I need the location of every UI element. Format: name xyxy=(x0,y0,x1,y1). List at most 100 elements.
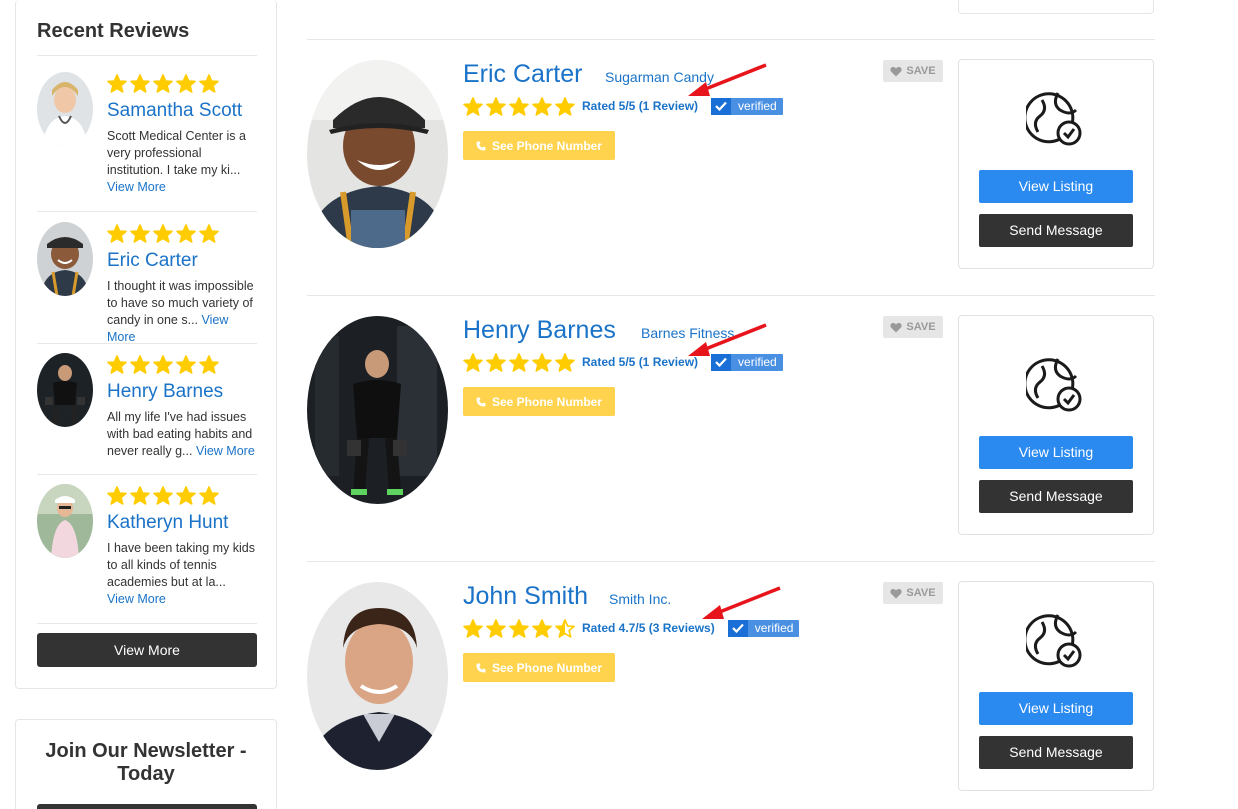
star-icon xyxy=(176,74,196,93)
review-snippet: I thought it was impossible to have so m… xyxy=(107,278,257,346)
star-icon xyxy=(107,224,127,243)
review-stars xyxy=(107,224,219,244)
verified-label: verified xyxy=(738,99,777,113)
view-more-link[interactable]: View More xyxy=(107,592,166,606)
star-icon xyxy=(532,96,552,116)
star-icon xyxy=(463,96,483,116)
star-icon xyxy=(130,224,150,243)
divider xyxy=(307,295,1155,296)
star-icon xyxy=(199,74,219,93)
review-text: I thought it was impossible to have so m… xyxy=(107,279,254,327)
star-icon xyxy=(486,96,506,116)
star-icon xyxy=(153,224,173,243)
listing-company[interactable]: Smith Inc. xyxy=(609,591,671,607)
save-button[interactable]: SAVE xyxy=(883,60,943,82)
star-icon xyxy=(107,74,127,93)
listing-name[interactable]: John Smith xyxy=(463,582,588,611)
verified-label: verified xyxy=(754,621,794,635)
star-icon xyxy=(486,352,506,372)
rating-link[interactable]: Rated 4.7/5 (3 Reviews) xyxy=(582,621,715,635)
check-icon xyxy=(711,97,732,115)
divider xyxy=(37,343,257,344)
star-icon xyxy=(153,74,173,93)
annotation-arrow xyxy=(688,63,767,96)
avatar-eric-carter[interactable] xyxy=(37,222,93,296)
see-phone-label: See Phone Number xyxy=(491,660,603,675)
listing-stars xyxy=(463,96,575,116)
star-icon xyxy=(509,352,529,372)
star-icon xyxy=(153,355,173,374)
star-icon xyxy=(199,224,219,243)
globe-check-icon xyxy=(1026,92,1082,146)
save-label: SAVE xyxy=(906,65,936,77)
divider xyxy=(37,474,257,475)
star-icon xyxy=(555,96,575,116)
newsletter-input[interactable] xyxy=(37,804,257,809)
rating-link[interactable]: Rated 5/5 (1 Review) xyxy=(582,99,698,113)
star-icon xyxy=(555,618,575,638)
star-icon xyxy=(176,355,196,374)
listing-action-card: View Listing Send Message xyxy=(958,315,1154,535)
star-icon xyxy=(153,486,173,505)
review-stars xyxy=(107,355,219,375)
newsletter-title: Join Our Newsletter - Today xyxy=(45,740,247,785)
see-phone-button[interactable]: See Phone Number xyxy=(463,653,615,682)
star-icon xyxy=(509,96,529,116)
star-icon xyxy=(199,355,219,374)
save-button[interactable]: SAVE xyxy=(883,582,943,604)
listing-photo-henry-barnes[interactable] xyxy=(307,316,448,504)
newsletter-widget: Join Our Newsletter - Today xyxy=(15,719,277,809)
avatar-katheryn-hunt[interactable] xyxy=(37,484,93,558)
star-icon xyxy=(463,618,483,638)
listing-stars xyxy=(463,352,575,372)
save-label: SAVE xyxy=(906,587,936,599)
review-author[interactable]: Eric Carter xyxy=(107,250,198,272)
listing-photo-eric-carter[interactable] xyxy=(307,60,448,248)
see-phone-label: See Phone Number xyxy=(491,394,603,409)
review-author[interactable]: Katheryn Hunt xyxy=(107,512,228,534)
star-icon xyxy=(463,352,483,372)
review-snippet: I have been taking my kids to all kinds … xyxy=(107,540,257,608)
view-more-link[interactable]: View More xyxy=(196,444,255,458)
view-listing-button[interactable]: View Listing xyxy=(979,692,1133,725)
listing-name[interactable]: Eric Carter xyxy=(463,60,582,89)
divider xyxy=(307,39,1155,40)
view-more-link[interactable]: View More xyxy=(107,180,166,194)
view-more-button[interactable]: View More xyxy=(37,633,257,667)
divider xyxy=(37,55,257,56)
review-snippet: All my life I've had issues with bad eat… xyxy=(107,409,257,460)
see-phone-button[interactable]: See Phone Number xyxy=(463,131,615,160)
save-button[interactable]: SAVE xyxy=(883,316,943,338)
recent-reviews-widget: Recent Reviews Samantha Scott Scott Medi… xyxy=(15,0,277,689)
listing-action-card: View Listing Send Message xyxy=(958,581,1154,791)
heart-icon xyxy=(890,66,903,76)
review-author[interactable]: Samantha Scott xyxy=(107,100,242,122)
save-label: SAVE xyxy=(906,321,936,333)
recent-reviews-title: Recent Reviews xyxy=(37,20,190,42)
avatar-henry-barnes[interactable] xyxy=(37,353,93,427)
annotation-arrow xyxy=(702,586,781,619)
listing-stars xyxy=(463,618,575,638)
see-phone-button[interactable]: See Phone Number xyxy=(463,387,615,416)
review-author[interactable]: Henry Barnes xyxy=(107,381,223,403)
view-listing-button[interactable]: View Listing xyxy=(979,170,1133,203)
avatar-samantha-scott[interactable] xyxy=(37,72,93,146)
send-message-button[interactable]: Send Message xyxy=(979,214,1133,247)
listing-photo-john-smith[interactable] xyxy=(307,582,448,770)
phone-icon xyxy=(476,663,486,672)
review-stars xyxy=(107,486,219,506)
phone-icon xyxy=(476,397,486,406)
listing-name[interactable]: Henry Barnes xyxy=(463,316,616,345)
listing-action-card: View Listing Send Message xyxy=(958,59,1154,269)
see-phone-label: See Phone Number xyxy=(491,138,603,153)
heart-icon xyxy=(890,588,903,598)
rating-link[interactable]: Rated 5/5 (1 Review) xyxy=(582,355,698,369)
star-icon xyxy=(555,352,575,372)
star-icon xyxy=(532,352,552,372)
previous-action-card xyxy=(958,0,1154,14)
divider xyxy=(37,623,257,624)
send-message-button[interactable]: Send Message xyxy=(979,480,1133,513)
view-listing-button[interactable]: View Listing xyxy=(979,436,1133,469)
send-message-button[interactable]: Send Message xyxy=(979,736,1133,769)
star-icon xyxy=(130,74,150,93)
